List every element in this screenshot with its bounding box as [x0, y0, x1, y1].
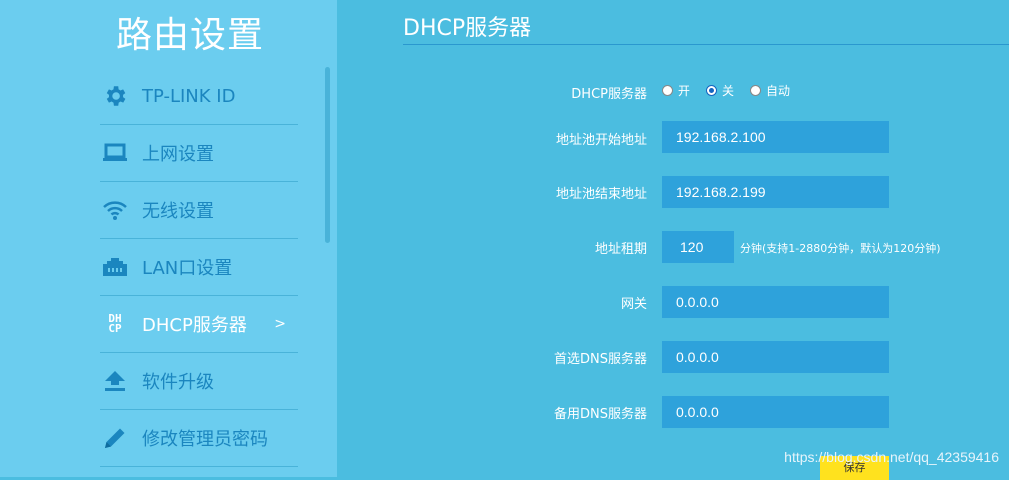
sidebar-item-label: 修改管理员密码 [142, 429, 268, 450]
sidebar-item-wireless[interactable]: 无线设置 [100, 182, 298, 239]
sidebar-item-label: LAN口设置 [142, 258, 233, 279]
radio-on-circle[interactable] [662, 85, 673, 96]
dns-backup-label: 备用DNS服务器 [554, 407, 647, 422]
sidebar-item-dhcp[interactable]: DH CP DHCP服务器 > [100, 296, 298, 353]
page-title: DHCP服务器 [403, 16, 532, 41]
pool-end-input[interactable] [662, 176, 889, 208]
sidebar-item-lan[interactable]: LAN口设置 [100, 239, 298, 296]
upload-icon [100, 366, 130, 396]
sidebar-item-tplink-id[interactable]: TP-LINK ID [100, 68, 298, 125]
sidebar: 路由设置 TP-LINK ID 上网设置 无线设置 LAN口设置 DH CP D… [0, 0, 337, 477]
sidebar-title: 路由设置 [115, 15, 264, 56]
gateway-label: 网关 [620, 297, 647, 312]
dns-primary-label: 首选DNS服务器 [554, 352, 647, 367]
chevron-right-icon: > [274, 316, 286, 332]
dns-primary-input[interactable] [662, 341, 889, 373]
main-panel: DHCP服务器 DHCP服务器 开 关 自动 地址池开始地址 地址池结束地址 地… [337, 0, 1009, 480]
sidebar-item-label: 无线设置 [142, 201, 214, 222]
lease-hint: 分钟(支持1-2880分钟，默认为120分钟) [740, 242, 941, 255]
lease-input[interactable] [662, 231, 734, 263]
radio-on[interactable]: 开 [662, 82, 690, 99]
watermark-text: https://blog.csdn.net/qq_42359416 [784, 449, 999, 465]
gear-icon [100, 81, 130, 111]
lease-label: 地址租期 [594, 242, 647, 257]
radio-auto-circle[interactable] [750, 85, 762, 96]
radio-auto[interactable]: 自动 [750, 82, 790, 99]
sidebar-item-upgrade[interactable]: 软件升级 [100, 353, 298, 410]
sidebar-item-label: 软件升级 [142, 372, 214, 393]
sidebar-item-admin-password[interactable]: 修改管理员密码 [100, 410, 298, 467]
wifi-icon [100, 195, 130, 225]
radio-off[interactable]: 关 [706, 82, 734, 99]
sidebar-scrollbar[interactable] [325, 67, 330, 243]
dhcp-icon: DH CP [108, 312, 122, 335]
pool-end-label: 地址池结束地址 [555, 187, 647, 202]
pencil-icon [100, 423, 130, 453]
sidebar-item-label: 上网设置 [142, 144, 214, 165]
lan-port-icon [100, 252, 130, 282]
gateway-input[interactable] [662, 286, 889, 318]
sidebar-menu: TP-LINK ID 上网设置 无线设置 LAN口设置 DH CP DHCP服务器 [100, 68, 298, 467]
laptop-icon [100, 138, 130, 168]
dhcp-switch-label: DHCP服务器 [571, 87, 647, 102]
dns-backup-input[interactable] [662, 396, 889, 428]
title-divider [403, 44, 1009, 45]
sidebar-item-internet[interactable]: 上网设置 [100, 125, 298, 182]
pool-start-label: 地址池开始地址 [555, 133, 647, 148]
pool-start-input[interactable] [662, 121, 889, 153]
radio-off-circle[interactable] [706, 85, 718, 96]
sidebar-item-label: DHCP服务器 [142, 315, 247, 336]
dhcp-switch-group: 开 关 自动 [662, 82, 806, 99]
sidebar-item-label: TP-LINK ID [142, 85, 236, 107]
